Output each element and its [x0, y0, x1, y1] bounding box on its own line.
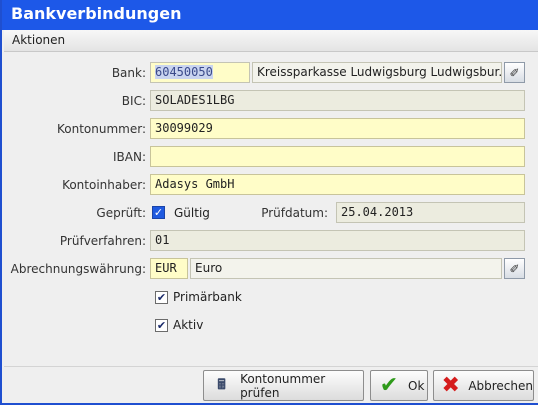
ok-button[interactable]: ✔ Ok	[370, 370, 428, 401]
kontoinhaber-input[interactable]: Adasys GmbH	[150, 174, 525, 195]
dialog-window: Bankverbindungen Aktionen Bank: 60450050…	[0, 0, 538, 405]
aktiv-checkbox[interactable]: ✔	[155, 319, 168, 332]
picker-icon: ✐	[509, 261, 520, 276]
ok-button-label: Ok	[408, 378, 425, 393]
kontonummer-label: Kontonummer:	[56, 122, 146, 136]
bank-code-field[interactable]: 60450050	[150, 62, 250, 83]
window-title[interactable]: Bankverbindungen	[2, 0, 538, 30]
pruefverfahren-label: Prüfverfahren:	[59, 234, 146, 248]
pruefdatum-label: Prüfdatum:	[261, 206, 328, 220]
picker-icon: ✐	[509, 65, 520, 80]
cancel-button-label: Abbrechen	[468, 378, 533, 393]
menu-aktionen[interactable]: Aktionen	[12, 33, 65, 47]
primaerbank-label: Primärbank	[173, 290, 242, 304]
gueltig-label: Gültig	[174, 206, 210, 220]
button-bar: 🖩 Kontonummer prüfen ✔ Ok ✖ Abbrechen	[4, 366, 538, 403]
cross-icon: ✖	[441, 373, 460, 398]
checkmark-icon: ✔	[379, 373, 399, 398]
pruefverfahren-field: 01	[150, 230, 525, 251]
check-account-button-label: Kontonummer prüfen	[240, 371, 326, 400]
cancel-button[interactable]: ✖ Abbrechen	[433, 370, 534, 401]
menu-bar: Aktionen	[4, 30, 538, 52]
aktiv-label: Aktiv	[173, 318, 204, 332]
waehrung-label: Abrechnungswährung:	[10, 262, 146, 276]
bic-label: BIC:	[121, 94, 146, 108]
bank-name-field: Kreissparkasse Ludwigsburg Ludwigsbur...	[252, 62, 502, 83]
bic-field: SOLADES1LBG	[150, 90, 525, 111]
kontonummer-input[interactable]: 30099029	[150, 118, 525, 139]
iban-input[interactable]	[150, 146, 525, 167]
iban-label: IBAN:	[113, 150, 146, 164]
pruefdatum-field: 25.04.2013	[336, 202, 525, 223]
bank-picker-button[interactable]: ✐	[504, 62, 525, 83]
geprueft-label: Geprüft:	[96, 206, 146, 220]
waehrung-name-field: Euro	[190, 258, 502, 279]
gueltig-checkbox[interactable]: ✓	[152, 206, 165, 219]
bank-label: Bank:	[111, 66, 146, 80]
waehrung-code-input[interactable]: EUR	[150, 258, 188, 279]
currency-picker-button[interactable]: ✐	[504, 258, 525, 279]
primaerbank-checkbox[interactable]: ✔	[155, 291, 168, 304]
kontoinhaber-label: Kontoinhaber:	[62, 178, 146, 192]
calculator-icon: 🖩	[217, 376, 226, 393]
form-panel: Bank: 60450050 Kreissparkasse Ludwigsbur…	[4, 52, 538, 366]
check-account-button[interactable]: 🖩 Kontonummer prüfen	[203, 370, 364, 401]
